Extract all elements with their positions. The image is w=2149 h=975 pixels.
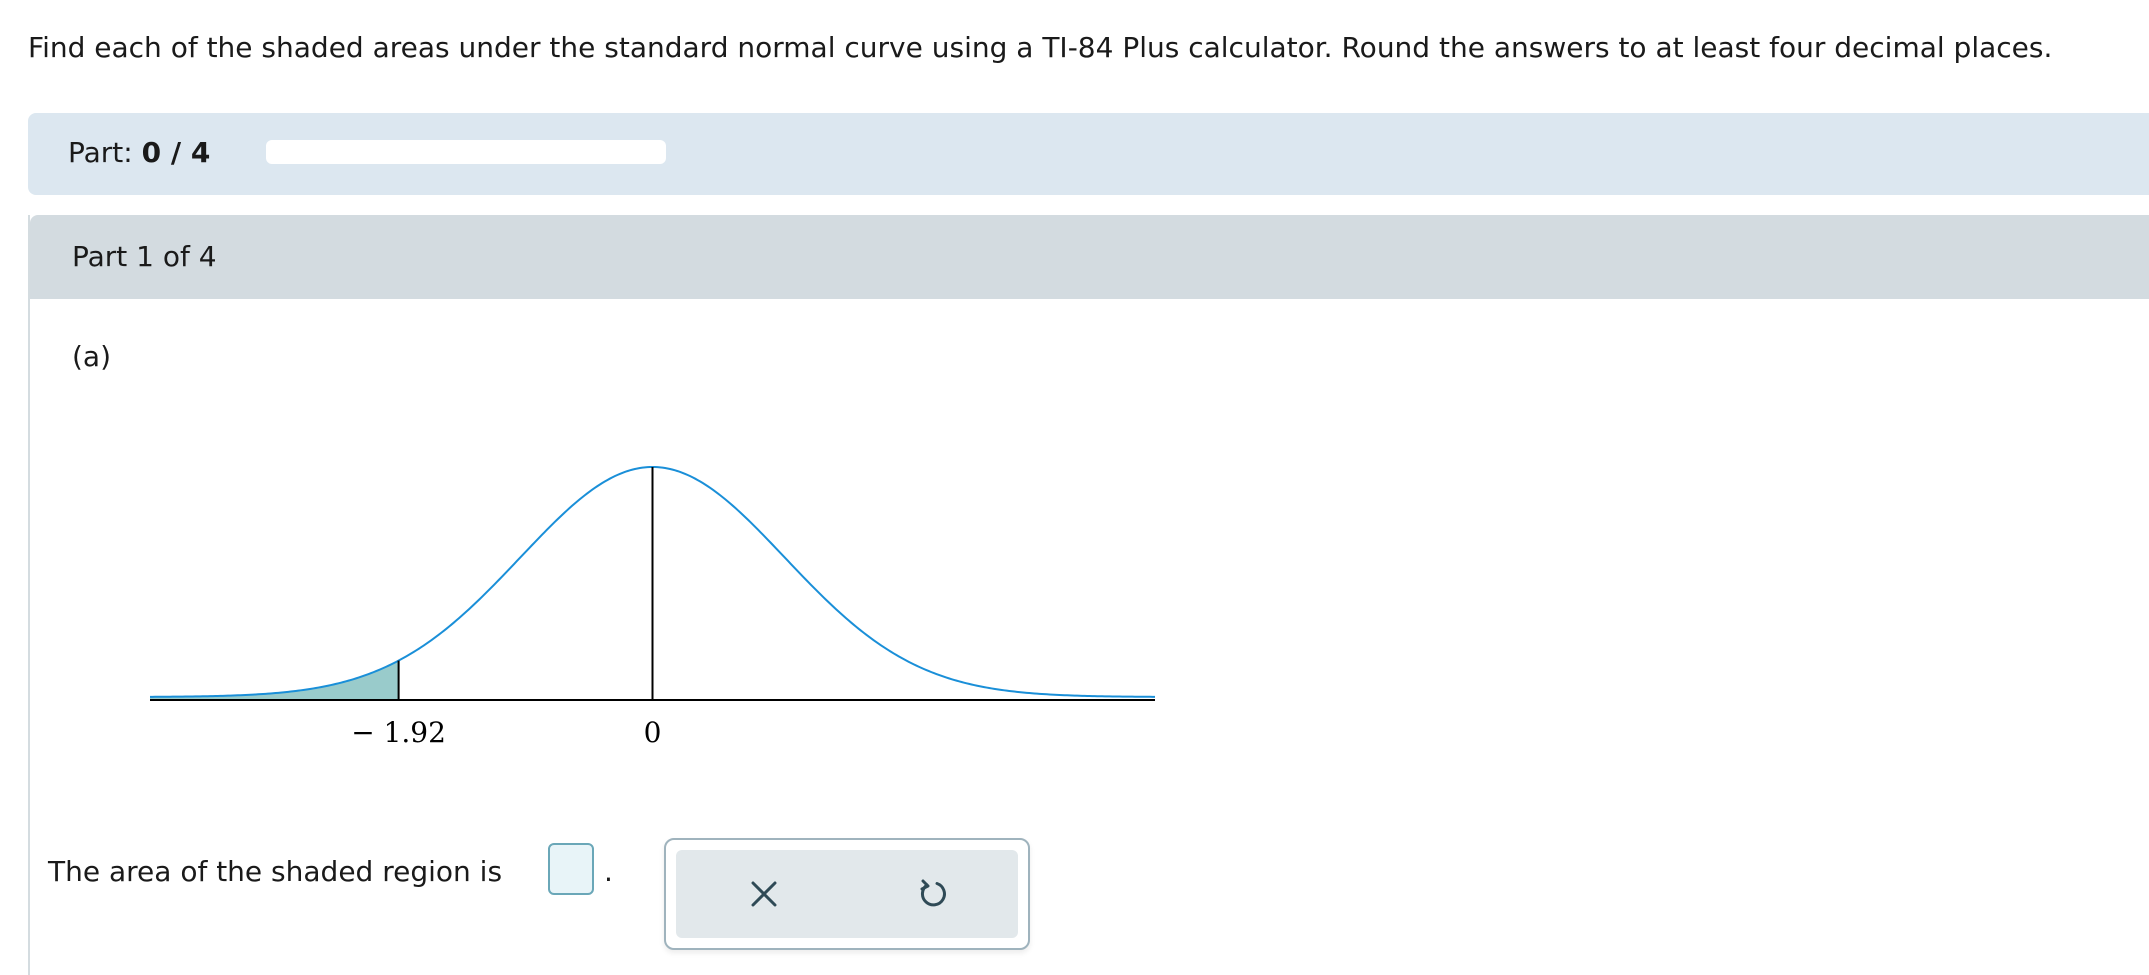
answer-suffix: . [604,855,613,888]
tick-label-left: − 1.92 [351,716,446,749]
part-header: Part 1 of 4 [30,215,2149,299]
toolbar-inner [676,850,1018,938]
tick-label-center: 0 [644,716,662,749]
reset-button[interactable] [910,870,958,918]
answer-toolbar [664,838,1030,950]
progress-label: Part: 0 / 4 [68,133,210,173]
part-title: Part 1 of 4 [72,240,217,273]
sub-label: (a) [72,340,112,373]
normal-curve-plot: − 1.92 0 [149,465,1156,749]
answer-prompt: The area of the shaded region is [48,855,503,888]
progress-track [266,140,666,164]
x-icon [751,881,777,907]
progress-bar: Part: 0 / 4 [28,113,2149,195]
progress-label-text: Part: [68,136,133,169]
progress-value: 0 / 4 [141,136,211,169]
clear-button[interactable] [740,870,788,918]
answer-input[interactable] [548,843,594,895]
question-text: Find each of the shaded areas under the … [28,31,2053,64]
undo-icon [920,879,946,907]
